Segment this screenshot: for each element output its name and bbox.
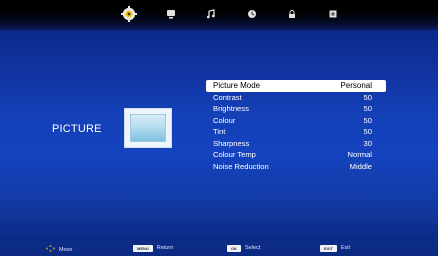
menu-item-value: 50: [363, 127, 372, 136]
menu-item-label: Picture Mode: [213, 81, 261, 90]
menu-item-label: Colour Temp: [213, 150, 256, 159]
clock-icon[interactable]: [244, 6, 260, 22]
lock-icon[interactable]: [284, 6, 300, 22]
menu-item-value: Personal: [340, 81, 372, 90]
hint-menu-return: MENU Return: [133, 245, 173, 252]
menu-item-brightness[interactable]: Brightness 50: [206, 103, 386, 115]
hint-return-label: Return: [156, 245, 174, 251]
menu-item-value: Normal: [347, 150, 372, 159]
exit-key: EXIT: [320, 245, 337, 252]
music-note-icon[interactable]: [203, 6, 219, 22]
hint-move-label: Move: [59, 246, 73, 253]
menu-item-colour[interactable]: Colour 50: [206, 115, 386, 127]
section-title: PICTURE: [52, 123, 102, 135]
tv-osd-screen: PICTURE Picture Mode Personal Contrast 5…: [0, 0, 438, 256]
picture-thumbnail-icon: [124, 108, 172, 148]
hint-move: Move: [46, 245, 72, 255]
menu-item-sharpness[interactable]: Sharpness 30: [206, 138, 386, 150]
menu-item-colour-temp[interactable]: Colour Temp Normal: [206, 149, 386, 161]
menu-item-label: Brightness: [213, 104, 249, 113]
move-arrows-icon: [46, 245, 55, 255]
menu-item-label: Colour: [213, 115, 236, 125]
picture-gear-icon[interactable]: [121, 6, 137, 22]
menu-item-contrast[interactable]: Contrast 50: [206, 92, 386, 104]
tv-icon[interactable]: [163, 6, 179, 22]
menu-item-tint[interactable]: Tint 50: [206, 126, 386, 138]
menu-key: MENU: [133, 245, 153, 252]
hint-ok-select: OK Select: [227, 245, 260, 252]
menu-item-value: 50: [363, 115, 372, 125]
hint-select-label: Select: [245, 245, 261, 251]
menu-item-label: Tint: [213, 127, 226, 136]
bottom-hint-bar: Move MENU Return OK Select EXIT Exit: [0, 241, 438, 256]
top-menu-bar: [0, 0, 438, 30]
ok-key: OK: [227, 245, 241, 252]
menu-item-picture-mode[interactable]: Picture Mode Personal: [206, 80, 386, 92]
menu-item-value: 30: [363, 138, 372, 148]
menu-item-label: Noise Reduction: [213, 161, 269, 171]
menu-item-label: Contrast: [213, 92, 242, 102]
menu-item-value: 50: [363, 92, 372, 102]
menu-item-noise-reduction[interactable]: Noise Reduction Middle: [206, 161, 386, 173]
menu-item-label: Sharpness: [213, 138, 250, 148]
menu-item-value: Middle: [349, 161, 372, 171]
hint-exit-label: Exit: [340, 245, 351, 251]
settings-square-icon[interactable]: [325, 6, 341, 22]
hint-exit: EXIT Exit: [320, 245, 350, 252]
picture-settings-menu: Picture Mode Personal Contrast 50 Bright…: [206, 80, 386, 172]
menu-item-value: 50: [363, 104, 372, 113]
